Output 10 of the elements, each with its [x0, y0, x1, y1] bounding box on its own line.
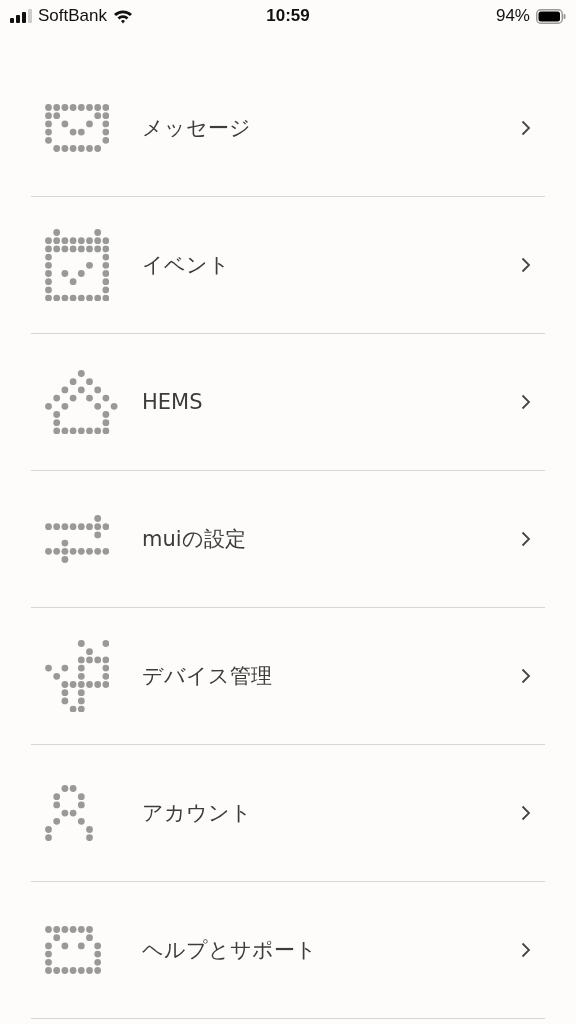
battery-percent: 94% — [495, 6, 530, 26]
menu-item[interactable]: メッセージ — [31, 60, 545, 196]
clock-time: 10:59 — [266, 6, 310, 25]
menu-item[interactable]: イベント — [31, 197, 545, 333]
menu-item[interactable]: ヘルプとサポート — [31, 882, 545, 1018]
menu-item[interactable]: アカウント — [31, 745, 545, 881]
carrier-name: SoftBank — [38, 6, 107, 26]
menu-item[interactable]: HEMS — [31, 334, 545, 470]
menu-item[interactable]: デバイス管理 — [31, 608, 545, 744]
menu-item[interactable]: muiの設定 — [31, 471, 545, 607]
